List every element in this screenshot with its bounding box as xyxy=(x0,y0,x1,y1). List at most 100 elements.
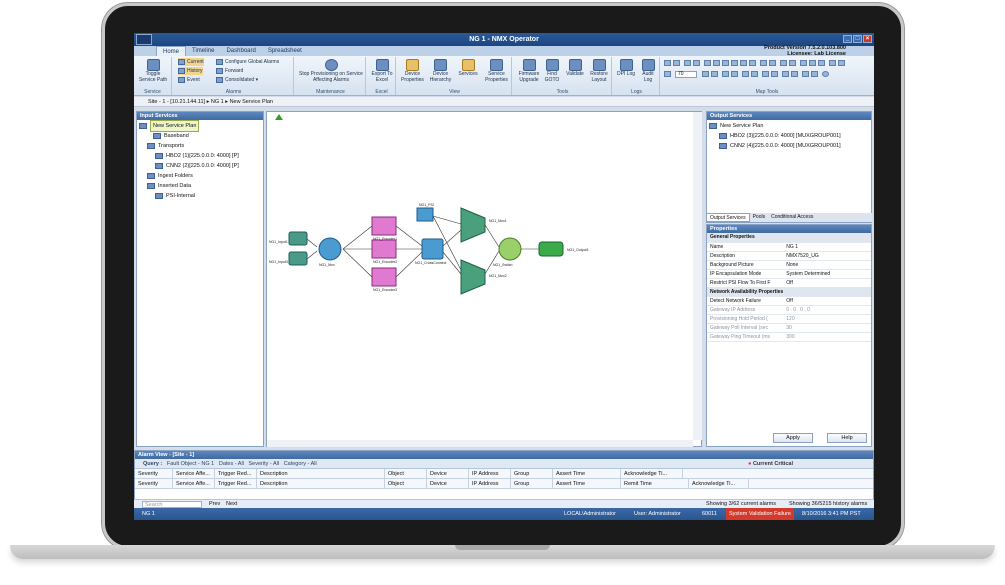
align-center-icon[interactable] xyxy=(713,60,720,66)
consolidated-dropdown[interactable]: Consolidated ▾ xyxy=(216,76,258,84)
property-row[interactable]: IP Encapsulation Mode System Determined xyxy=(707,269,871,279)
current-alarms-button[interactable]: Current xyxy=(178,58,204,66)
disconnect-icon[interactable] xyxy=(791,71,798,77)
align-right-icon[interactable] xyxy=(722,60,729,66)
breadcrumb-plan[interactable]: New Service Plan xyxy=(230,99,273,105)
tree-item-ingest-folders[interactable]: Ingest Folders xyxy=(139,171,261,181)
service-map-diagram[interactable]: NG1_Input1 NG1_Input3 NG1_Mux NG1_Encode… xyxy=(267,112,703,448)
maximize-icon[interactable]: □ xyxy=(853,35,862,43)
tab-timeline[interactable]: Timeline xyxy=(186,46,220,56)
tab-conditional-access[interactable]: Conditional Access xyxy=(768,213,816,222)
filter-category[interactable]: Category - All xyxy=(284,461,317,467)
fit-icon[interactable] xyxy=(722,71,729,77)
column-header[interactable]: Assert Time xyxy=(553,479,621,488)
forward-button[interactable]: Forward xyxy=(216,67,243,75)
tab-dashboard[interactable]: Dashboard xyxy=(220,46,261,56)
column-header[interactable]: Remit Time xyxy=(621,479,689,488)
tree-item-cnn2[interactable]: CNN2 (2)[225.0.0.0: 4000] [P] xyxy=(139,161,261,171)
validate-button[interactable]: Validate xyxy=(564,59,586,78)
column-header[interactable]: Assert Time xyxy=(553,469,621,478)
property-value[interactable]: None xyxy=(783,260,871,270)
app-logo-icon[interactable] xyxy=(136,34,152,45)
property-value[interactable]: NMX7520_UG xyxy=(783,251,871,261)
tree-item-psi-internal[interactable]: PSI-Internal xyxy=(139,191,261,201)
column-header[interactable]: Group xyxy=(511,479,553,488)
open-icon[interactable] xyxy=(673,60,680,66)
save-icon[interactable] xyxy=(664,60,671,66)
pan-icon[interactable] xyxy=(693,60,700,66)
property-value[interactable]: System Determined xyxy=(783,269,871,279)
column-header[interactable]: Service Affe... xyxy=(173,479,215,488)
align-top-icon[interactable] xyxy=(731,60,738,66)
highlight-icon[interactable] xyxy=(811,71,818,77)
property-row[interactable]: Description NMX7520_UG xyxy=(707,251,871,261)
property-value[interactable]: 300 xyxy=(783,332,871,342)
note-icon[interactable] xyxy=(802,71,809,77)
property-value[interactable]: Off xyxy=(783,278,871,288)
group-icon[interactable] xyxy=(809,60,816,66)
tree-item-baseband[interactable]: Baseband xyxy=(139,131,261,141)
column-header[interactable]: Object xyxy=(385,469,427,478)
toggle-service-path-button[interactable]: Toggle Service Path xyxy=(137,59,169,83)
flip-icon[interactable] xyxy=(731,71,738,77)
info-icon[interactable] xyxy=(822,71,829,77)
zoom-icon[interactable] xyxy=(664,71,671,77)
column-header[interactable]: Description xyxy=(257,479,385,488)
validation-failure-badge[interactable]: System Validation Failure xyxy=(726,508,794,520)
column-header[interactable]: Object xyxy=(385,479,427,488)
find-goto-button[interactable]: Find GOTO xyxy=(542,59,562,83)
history-alarms-button[interactable]: History xyxy=(178,67,203,75)
connect-icon[interactable] xyxy=(782,71,789,77)
align-left-icon[interactable] xyxy=(704,60,711,66)
property-row[interactable]: Background Picture None xyxy=(707,260,871,270)
tree-item-inserted-data[interactable]: Inserted Data xyxy=(139,181,261,191)
apply-button[interactable]: Apply xyxy=(773,433,813,443)
property-value[interactable]: Off xyxy=(783,296,871,306)
close-icon[interactable]: × xyxy=(863,35,872,43)
property-row[interactable]: Detect Network Failure Off xyxy=(707,296,871,306)
rotate-icon[interactable] xyxy=(742,71,749,77)
filter-dates[interactable]: Dates - All xyxy=(219,461,244,467)
tree-item-transports[interactable]: Transports xyxy=(139,141,261,151)
space-icon[interactable] xyxy=(769,60,776,66)
output-item-plan[interactable]: New Service Plan xyxy=(709,121,869,131)
column-header[interactable]: Severity xyxy=(135,479,173,488)
service-map-canvas[interactable]: NG1_Input1 NG1_Input3 NG1_Mux NG1_Encode… xyxy=(266,111,702,447)
property-value[interactable]: NG 1 xyxy=(783,242,871,252)
distribute-icon[interactable] xyxy=(760,60,767,66)
bring-front-icon[interactable] xyxy=(762,71,769,77)
services-button[interactable]: Services xyxy=(455,59,481,78)
property-value[interactable]: 120 xyxy=(783,314,871,324)
tab-pools[interactable]: Pools xyxy=(750,213,769,222)
device-hierarchy-button[interactable]: Device Hierarchy xyxy=(427,59,454,83)
layer-icon[interactable] xyxy=(800,60,807,66)
column-header[interactable]: Group xyxy=(511,469,553,478)
column-header[interactable]: Acknowledge Ti... xyxy=(689,479,749,488)
export-to-excel-button[interactable]: Export To Excel xyxy=(369,59,395,83)
breadcrumb-ng[interactable]: NG 1 xyxy=(211,99,224,105)
dpi-log-button[interactable]: DPI Log xyxy=(616,59,636,78)
minimize-icon[interactable]: _ xyxy=(843,35,852,43)
snap-icon[interactable] xyxy=(789,60,796,66)
color-icon[interactable] xyxy=(838,60,845,66)
column-header[interactable]: Device xyxy=(427,479,469,488)
align-bottom-icon[interactable] xyxy=(749,60,756,66)
property-value[interactable]: 30 xyxy=(783,323,871,333)
output-item-cnn2[interactable]: CNN2 (4)[225.0.0.0: 4000] [MUXGROUP001] xyxy=(709,141,869,151)
arrange-icon[interactable] xyxy=(751,71,758,77)
column-header[interactable]: IP Address xyxy=(469,469,511,478)
tab-output-services[interactable]: Output Services xyxy=(706,213,750,222)
property-row[interactable]: Gateway Ping Timeout (ms 300 xyxy=(707,332,871,342)
firmware-upgrade-button[interactable]: Firmware Upgrade xyxy=(516,59,542,83)
grid-icon[interactable] xyxy=(780,60,787,66)
tree-item-hbo2[interactable]: HBO2 (1)[225.0.0.0: 4000] [P] xyxy=(139,151,261,161)
output-item-hbo2[interactable]: HBO2 (3)[225.0.0.0: 4000] [MUXGROUP001] xyxy=(709,131,869,141)
breadcrumb-site[interactable]: Site - 1 - [10.21.144.11] xyxy=(148,99,205,105)
label-icon[interactable] xyxy=(829,60,836,66)
column-header[interactable]: IP Address xyxy=(469,479,511,488)
column-header[interactable]: Trigger Red... xyxy=(215,479,257,488)
align-middle-icon[interactable] xyxy=(740,60,747,66)
filter-fault-object[interactable]: Fault Object - NG 1 xyxy=(167,461,214,467)
tab-home[interactable]: Home xyxy=(156,46,187,56)
send-back-icon[interactable] xyxy=(771,71,778,77)
